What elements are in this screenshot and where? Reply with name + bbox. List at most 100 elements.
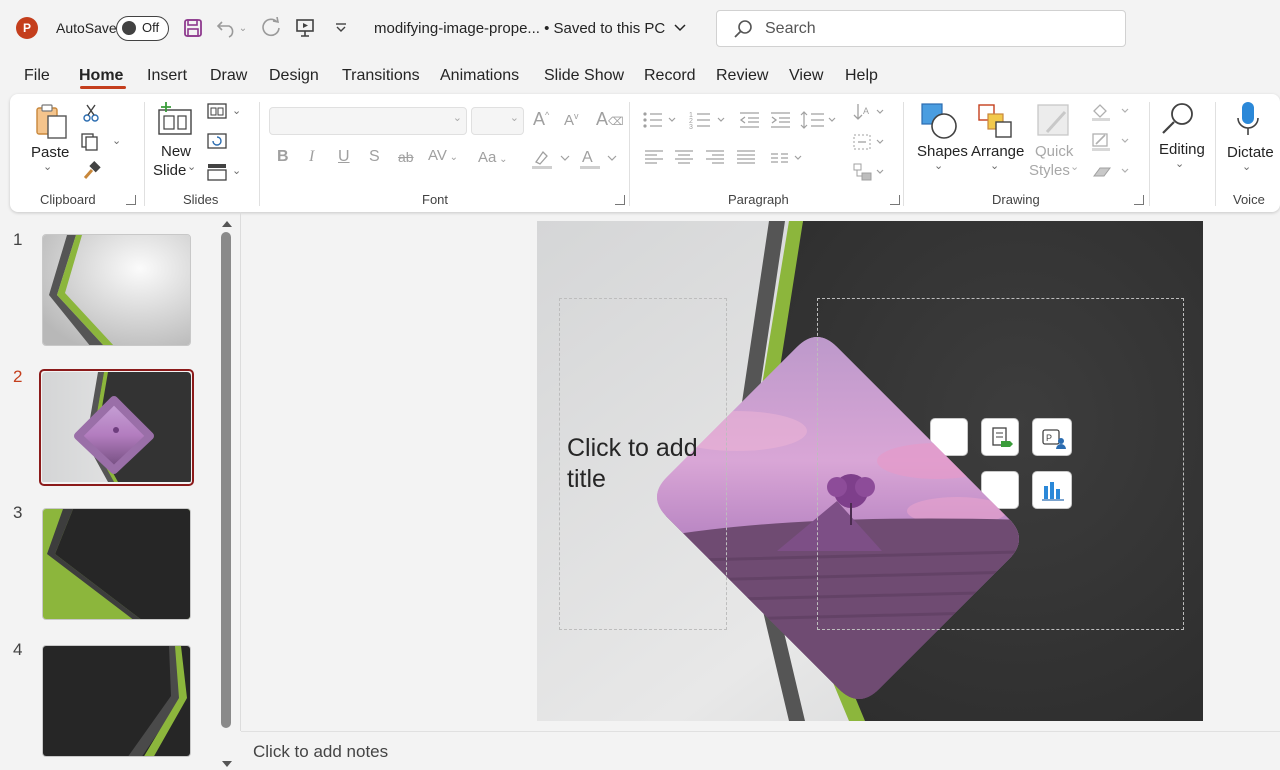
clear-formatting-icon[interactable]: A⌫ <box>596 109 624 130</box>
text-shadow-icon[interactable]: S <box>369 148 380 166</box>
search-box[interactable] <box>716 10 1126 47</box>
paste-button[interactable]: Paste <box>31 144 69 161</box>
tab-help[interactable]: Help <box>845 67 878 85</box>
shape-effects-icon[interactable] <box>1090 162 1130 187</box>
shape-outline-icon[interactable] <box>1090 132 1130 157</box>
columns-icon[interactable] <box>770 151 806 170</box>
copy-dropdown-icon[interactable]: ⌄ <box>112 134 121 147</box>
highlight-color-icon[interactable] <box>531 148 571 175</box>
slide-thumbnail-3[interactable] <box>42 508 191 620</box>
align-left-icon[interactable] <box>644 149 664 170</box>
copy-icon[interactable] <box>80 132 102 157</box>
character-spacing-icon[interactable]: AV ⌄ <box>428 147 458 164</box>
shapes-button[interactable]: Shapes <box>917 143 968 160</box>
shapes-dropdown-icon[interactable]: ⌄ <box>934 159 943 172</box>
bullets-icon[interactable] <box>642 110 678 135</box>
paragraph-launcher-icon[interactable] <box>890 195 900 205</box>
tab-file[interactable]: File <box>24 67 50 85</box>
tab-home[interactable]: Home <box>79 67 123 85</box>
layout-dropdown-icon[interactable]: ⌄ <box>232 104 241 117</box>
new-slide-label-1[interactable]: New <box>161 143 191 160</box>
title-placeholder-text[interactable]: Click to add title <box>567 433 717 495</box>
align-text-icon[interactable] <box>852 132 886 157</box>
underline-icon[interactable]: U <box>338 148 350 166</box>
tab-animations[interactable]: Animations <box>440 67 519 85</box>
quick-styles-label-2[interactable]: Styles <box>1029 162 1070 179</box>
dictate-dropdown-icon[interactable]: ⌄ <box>1242 160 1251 173</box>
section-dropdown-icon[interactable]: ⌄ <box>232 164 241 177</box>
quick-styles-dropdown-icon[interactable]: ⌄ <box>1070 160 1079 173</box>
italic-icon[interactable]: I <box>309 148 314 166</box>
tab-review[interactable]: Review <box>716 67 768 85</box>
paste-icon[interactable] <box>32 102 70 139</box>
slide-thumbnail-1[interactable] <box>42 234 191 346</box>
text-direction-icon[interactable]: A <box>852 102 886 127</box>
present-icon[interactable] <box>292 15 318 41</box>
arrange-dropdown-icon[interactable]: ⌄ <box>990 159 999 172</box>
new-slide-label-2[interactable]: Slide <box>153 162 186 179</box>
drawing-launcher-icon[interactable] <box>1134 195 1144 205</box>
tab-insert[interactable]: Insert <box>147 67 187 85</box>
insert-picture-icon[interactable] <box>981 471 1019 509</box>
font-launcher-icon[interactable] <box>615 195 625 205</box>
autosave-toggle[interactable]: Off <box>116 16 169 41</box>
new-slide-dropdown-icon[interactable]: ⌄ <box>187 160 196 173</box>
insert-table-icon[interactable] <box>930 418 968 456</box>
insert-cameo-icon[interactable]: P <box>1032 418 1072 456</box>
bold-icon[interactable]: B <box>277 148 289 166</box>
find-icon[interactable] <box>1160 100 1196 141</box>
insert-chart-icon[interactable] <box>1032 471 1072 509</box>
editing-button[interactable]: Editing <box>1159 141 1205 158</box>
font-size-select[interactable]: ⌄ <box>471 107 524 135</box>
align-right-icon[interactable] <box>705 149 725 170</box>
justify-icon[interactable] <box>736 149 756 170</box>
new-slide-icon[interactable] <box>156 102 194 141</box>
tab-slide-show[interactable]: Slide Show <box>544 67 624 85</box>
decrease-font-icon[interactable]: Av <box>564 111 579 129</box>
editing-dropdown-icon[interactable]: ⌄ <box>1175 157 1184 170</box>
increase-font-icon[interactable]: A^ <box>533 109 549 130</box>
slide-thumbnail-4[interactable] <box>42 645 191 757</box>
align-center-icon[interactable] <box>674 149 694 170</box>
change-case-icon[interactable]: Aa ⌄ <box>478 149 508 166</box>
quick-styles-label-1[interactable]: Quick <box>1035 143 1073 160</box>
format-painter-icon[interactable] <box>82 160 102 185</box>
reset-icon[interactable] <box>207 133 227 154</box>
save-icon[interactable] <box>180 15 206 41</box>
shapes-icon[interactable] <box>920 102 958 145</box>
tab-transitions[interactable]: Transitions <box>342 67 420 85</box>
smartart-icon[interactable] <box>852 162 886 187</box>
numbering-icon[interactable]: 123 <box>689 110 729 135</box>
microphone-icon[interactable] <box>1236 100 1260 143</box>
cut-icon[interactable] <box>82 104 100 127</box>
notes-pane[interactable]: Click to add notes <box>241 731 1280 770</box>
font-family-select[interactable]: ⌄ <box>269 107 467 135</box>
section-icon[interactable] <box>207 163 227 186</box>
increase-indent-icon[interactable] <box>770 110 792 135</box>
arrange-icon[interactable] <box>976 102 1014 145</box>
tab-view[interactable]: View <box>789 67 823 85</box>
slide-thumbnail-2[interactable] <box>42 372 191 484</box>
line-spacing-icon[interactable] <box>800 110 840 135</box>
customize-toolbar-icon[interactable] <box>328 15 354 41</box>
redo-icon[interactable] <box>258 15 284 41</box>
tab-draw[interactable]: Draw <box>210 67 247 85</box>
undo-dropdown-icon[interactable]: ⌄ <box>236 15 250 41</box>
search-input[interactable] <box>765 19 1105 39</box>
quick-styles-icon[interactable] <box>1035 102 1073 145</box>
thumbnail-scrollbar[interactable] <box>221 232 231 728</box>
document-title[interactable]: modifying-image-prope... • Saved to this… <box>374 20 687 37</box>
shape-fill-icon[interactable] <box>1090 102 1130 127</box>
paste-dropdown-icon[interactable]: ⌄ <box>43 160 52 173</box>
tab-design[interactable]: Design <box>269 67 319 85</box>
tab-record[interactable]: Record <box>644 67 696 85</box>
font-color-icon[interactable]: A <box>579 148 619 175</box>
strikethrough-icon[interactable]: ab <box>398 149 414 165</box>
decrease-indent-icon[interactable] <box>739 110 761 135</box>
arrange-button[interactable]: Arrange <box>971 143 1024 160</box>
layout-icon[interactable] <box>207 103 227 124</box>
dictate-button[interactable]: Dictate <box>1227 144 1274 161</box>
clipboard-launcher-icon[interactable] <box>126 195 136 205</box>
scroll-down-icon[interactable] <box>221 756 233 770</box>
notes-placeholder[interactable]: Click to add notes <box>253 742 388 762</box>
